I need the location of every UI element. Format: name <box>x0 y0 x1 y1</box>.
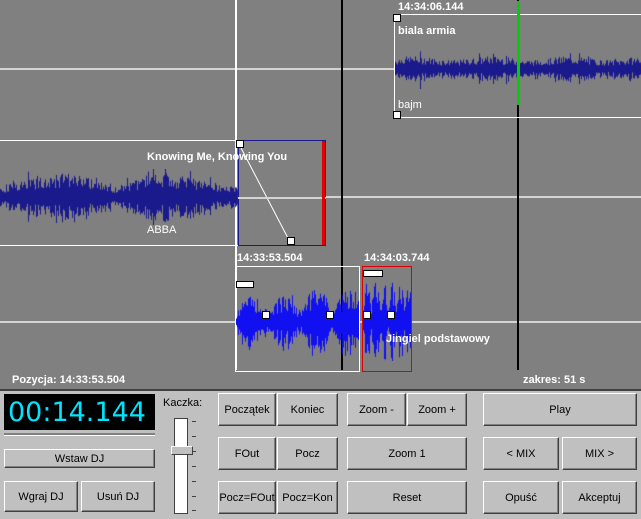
slider-tick <box>192 421 196 422</box>
clip-handle[interactable] <box>363 311 371 319</box>
accept-button[interactable]: Akceptuj <box>562 481 637 514</box>
slider-tick <box>192 436 196 437</box>
clip-title: biala armia <box>398 25 456 37</box>
cue-start-button[interactable]: Pocz <box>277 437 338 470</box>
clip-artist: ABBA <box>147 224 177 236</box>
clip-artist: bajm <box>398 99 422 111</box>
waveform <box>363 281 411 361</box>
audio-clip[interactable]: Knowing Me, Knowing You ABBA <box>0 140 326 246</box>
fade-out-button[interactable]: FOut <box>218 437 276 470</box>
time-display: 00:14.144 <box>4 394 155 430</box>
play-button[interactable]: Play <box>483 393 637 426</box>
timeline-area[interactable]: 14:34:06.144 biala armia bajm Knowing Me… <box>0 0 641 389</box>
cue-marker-red[interactable] <box>322 141 325 245</box>
slider-tick <box>192 451 196 452</box>
cancel-button[interactable]: Opuść <box>483 481 559 514</box>
position-readout: Pozycja: 14:33:53.504 <box>12 374 126 386</box>
slider-tick <box>192 496 196 497</box>
clip-handle[interactable] <box>393 14 401 22</box>
clip-title: Jingiel podstawowy <box>386 333 490 345</box>
duck-label: Kaczka: <box>163 397 203 409</box>
zoom-in-button[interactable]: Zoom + <box>407 393 467 426</box>
clip-title: Knowing Me, Knowing You <box>147 151 288 163</box>
clip-start-time: 14:34:03.744 <box>364 252 430 264</box>
clip-handle[interactable] <box>262 311 270 319</box>
cue-marker-green[interactable] <box>517 1 520 105</box>
slider-tick <box>192 481 196 482</box>
clip-handle[interactable] <box>236 140 244 148</box>
waveform <box>236 287 359 357</box>
insert-dj-button[interactable]: Wstaw DJ <box>4 449 155 468</box>
end-button[interactable]: Koniec <box>277 393 338 426</box>
start-equals-end-button[interactable]: Pocz=Kon <box>277 481 338 514</box>
clip-start-time: 14:34:06.144 <box>398 1 464 13</box>
mix-next-button[interactable]: MIX > <box>562 437 637 470</box>
audio-clip[interactable]: biala armia bajm <box>394 1 641 118</box>
slider-tick <box>192 510 196 511</box>
duck-slider-thumb[interactable] <box>171 446 193 455</box>
range-readout: zakres: 51 s <box>523 374 586 386</box>
start-equals-fadeout-button[interactable]: Pocz=FOut <box>218 481 276 514</box>
divider <box>4 433 155 436</box>
clip-start-time: 14:33:53.504 <box>237 252 303 264</box>
clip-handle[interactable] <box>326 311 334 319</box>
zoom-out-button[interactable]: Zoom - <box>347 393 406 426</box>
clip-handle[interactable] <box>393 111 401 119</box>
remove-dj-button[interactable]: Usuń DJ <box>81 481 155 512</box>
clip-handle[interactable] <box>387 311 395 319</box>
duck-slider-track[interactable] <box>174 418 188 514</box>
fade-in-handle[interactable] <box>236 281 254 288</box>
clip-handle[interactable] <box>287 237 295 245</box>
reset-button[interactable]: Reset <box>347 481 467 514</box>
load-dj-button[interactable]: Wgraj DJ <box>4 481 78 512</box>
mix-previous-button[interactable]: < MIX <box>483 437 559 470</box>
audio-clip-selected[interactable] <box>362 266 412 372</box>
start-button[interactable]: Początek <box>218 393 276 426</box>
zoom-reset-button[interactable]: Zoom 1 <box>347 437 467 470</box>
fade-in-handle[interactable] <box>363 270 383 277</box>
slider-tick <box>192 466 196 467</box>
